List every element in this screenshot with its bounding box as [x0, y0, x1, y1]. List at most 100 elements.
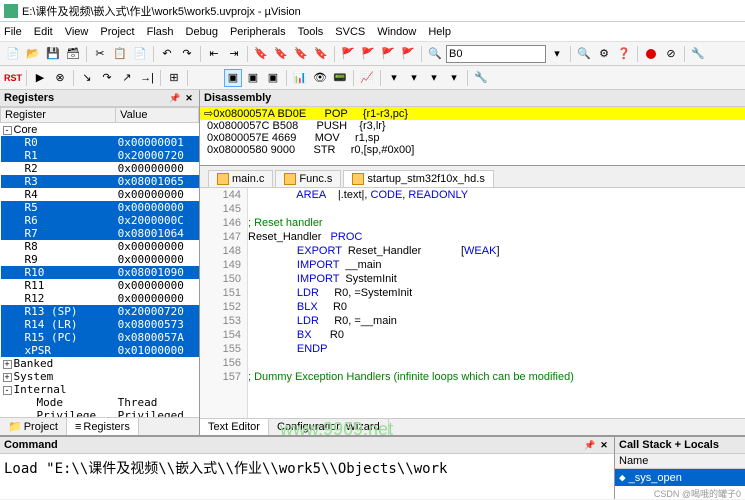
paste-icon[interactable]: 📄 [131, 45, 149, 63]
register-row[interactable]: R60x2000000C [1, 214, 199, 227]
editor-tab[interactable]: startup_stm32f10x_hd.s [343, 170, 493, 187]
register-row[interactable]: R120x00000000 [1, 292, 199, 305]
save-icon[interactable]: 💾 [44, 45, 62, 63]
save-all-icon[interactable]: 🗃 [64, 45, 82, 63]
disassembly-view[interactable]: ⇨0x0800057A BD0E POP {r1-r3,pc} 0x080005… [200, 107, 745, 165]
find-icon[interactable]: 🔍 [426, 45, 444, 63]
register-row[interactable]: ModeThread [1, 396, 199, 409]
expand-icon[interactable]: + [3, 360, 12, 369]
flag-icon[interactable]: 🚩 [339, 45, 357, 63]
disasm-line[interactable]: 0x08000580 9000 STR r0,[sp,#0x00] [200, 144, 745, 156]
register-row[interactable]: R70x08001064 [1, 227, 199, 240]
stop-record-icon[interactable]: ⊘ [662, 45, 680, 63]
memory-icon[interactable]: 📊 [291, 69, 309, 87]
serial-icon[interactable]: 📟 [331, 69, 349, 87]
register-row[interactable]: R00x00000001 [1, 136, 199, 149]
register-row[interactable]: xPSR0x01000000 [1, 344, 199, 357]
register-group[interactable]: +Banked [1, 357, 199, 370]
run-button[interactable]: ▶ [31, 69, 49, 87]
register-row[interactable]: R100x08001090 [1, 266, 199, 279]
register-row[interactable]: R10x20000720 [1, 149, 199, 162]
tab-text-editor[interactable]: Text Editor [200, 419, 269, 435]
code-line[interactable]: LDR R0, =__main [248, 314, 745, 328]
step-in-icon[interactable]: ↘ [78, 69, 96, 87]
bookmark-prev-icon[interactable]: 🔖 [272, 45, 290, 63]
menu-flash[interactable]: Flash [147, 26, 174, 38]
record-icon[interactable] [642, 45, 660, 63]
tab-registers[interactable]: ≡ Registers [67, 418, 139, 435]
registers-table[interactable]: RegisterValue -Core R00x00000001R10x2000… [0, 107, 199, 417]
view2-icon[interactable]: ▾ [405, 69, 423, 87]
menu-peripherals[interactable]: Peripherals [230, 26, 286, 38]
code-line[interactable]: ; Reset handler [248, 216, 745, 230]
code-line[interactable]: EXPORT Reset_Handler [WEAK] [248, 244, 745, 258]
register-row[interactable]: R20x00000000 [1, 162, 199, 175]
menu-window[interactable]: Window [377, 26, 416, 38]
menu-debug[interactable]: Debug [186, 26, 218, 38]
register-group[interactable]: -Internal [1, 383, 199, 396]
open-icon[interactable]: 📂 [24, 45, 42, 63]
config-icon[interactable]: ⚙ [595, 45, 613, 63]
register-row[interactable]: R13 (SP)0x20000720 [1, 305, 199, 318]
register-row[interactable]: R40x00000000 [1, 188, 199, 201]
step-over-icon[interactable]: ↷ [98, 69, 116, 87]
command-output[interactable]: Load "E:\\课件及视频\\嵌入式\\作业\\work5\\Objects… [0, 454, 614, 499]
bookmark-clear-icon[interactable]: 🔖 [312, 45, 330, 63]
code-line[interactable]: Reset_Handler PROC [248, 230, 745, 244]
flag4-icon[interactable]: 🚩 [399, 45, 417, 63]
register-row[interactable]: R110x00000000 [1, 279, 199, 292]
editor-tab[interactable]: main.c [208, 170, 273, 187]
menu-edit[interactable]: Edit [34, 26, 53, 38]
tab-project[interactable]: 📁 Project [0, 418, 67, 435]
code-line[interactable]: ENDP [248, 342, 745, 356]
code-line[interactable]: BLX R0 [248, 300, 745, 314]
menu-help[interactable]: Help [428, 26, 451, 38]
editor-body[interactable]: 1441451461471481491501511521531541551561… [200, 188, 745, 418]
tab-config-wizard[interactable]: Configuration Wizard [269, 419, 389, 435]
redo-icon[interactable]: ↷ [178, 45, 196, 63]
find-combo[interactable] [446, 45, 546, 63]
panel-pin-icon[interactable]: 📌 [584, 439, 596, 451]
callstack-col-name[interactable]: Name [615, 454, 745, 469]
code-line[interactable] [248, 356, 745, 370]
collapse-icon[interactable]: - [3, 126, 12, 135]
run-to-cursor-icon[interactable]: →| [138, 69, 156, 87]
settings-icon[interactable]: 🔧 [689, 45, 707, 63]
window2-icon[interactable]: ▣ [244, 69, 262, 87]
panel-close-icon[interactable]: ✕ [598, 439, 610, 451]
bookmark-icon[interactable]: 🔖 [252, 45, 270, 63]
register-group[interactable]: +System [1, 370, 199, 383]
help-icon[interactable]: ❓ [615, 45, 633, 63]
register-row[interactable]: R50x00000000 [1, 201, 199, 214]
toolbox-icon[interactable]: 🔧 [472, 69, 490, 87]
register-row[interactable]: R14 (LR)0x08000573 [1, 318, 199, 331]
menu-svcs[interactable]: SVCS [335, 26, 365, 38]
menu-project[interactable]: Project [100, 26, 134, 38]
window3-icon[interactable]: ▣ [264, 69, 282, 87]
view1-icon[interactable]: ▾ [385, 69, 403, 87]
register-row[interactable]: R30x08001065 [1, 175, 199, 188]
view4-icon[interactable]: ▾ [445, 69, 463, 87]
flag2-icon[interactable]: 🚩 [359, 45, 377, 63]
register-row[interactable]: R90x00000000 [1, 253, 199, 266]
bookmark-next-icon[interactable]: 🔖 [292, 45, 310, 63]
code-view[interactable]: AREA |.text|, CODE, READONLY; Reset hand… [248, 188, 745, 418]
watch-icon[interactable]: 👁 [311, 69, 329, 87]
step-out-icon[interactable]: ↗ [118, 69, 136, 87]
undo-icon[interactable]: ↶ [158, 45, 176, 63]
analyzer-icon[interactable]: 📈 [358, 69, 376, 87]
view3-icon[interactable]: ▾ [425, 69, 443, 87]
menu-view[interactable]: View [65, 26, 89, 38]
panel-pin-icon[interactable]: 📌 [169, 92, 181, 104]
register-row[interactable]: R80x00000000 [1, 240, 199, 253]
debug-icon[interactable]: 🔍 [575, 45, 593, 63]
code-line[interactable]: ; Dummy Exception Handlers (infinite loo… [248, 370, 745, 384]
code-line[interactable]: IMPORT SystemInit [248, 272, 745, 286]
find-next-icon[interactable]: ▾ [548, 45, 566, 63]
register-row[interactable]: PrivilegePrivileged [1, 409, 199, 417]
code-line[interactable] [248, 202, 745, 216]
editor-tab[interactable]: Func.s [275, 170, 341, 187]
col-register[interactable]: Register [1, 108, 116, 123]
code-line[interactable]: LDR R0, =SystemInit [248, 286, 745, 300]
callstack-item[interactable]: ◆ _sys_open [615, 469, 745, 486]
